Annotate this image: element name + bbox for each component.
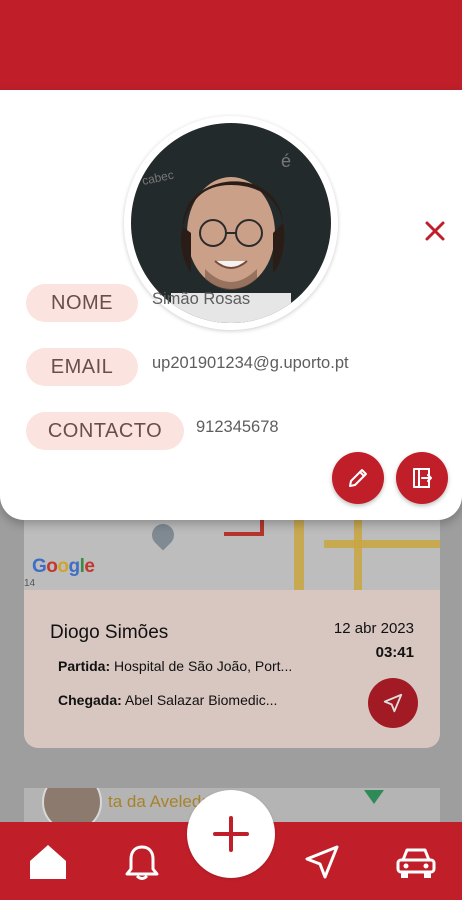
route-line xyxy=(224,520,264,536)
map-road xyxy=(294,520,304,590)
name-tag: NOME xyxy=(26,284,138,322)
contact-tag: CONTACTO xyxy=(26,412,184,450)
trip-time: 03:41 xyxy=(375,644,414,661)
bell-icon xyxy=(125,845,159,880)
map-road xyxy=(354,520,362,590)
close-icon xyxy=(425,221,445,241)
logout-icon xyxy=(413,468,432,488)
car-icon xyxy=(396,848,436,878)
trip-end: Chegada: Abel Salazar Biomedic... xyxy=(58,692,277,708)
edit-profile-button[interactable] xyxy=(332,452,384,504)
map-scale-label: 14 xyxy=(24,578,36,589)
pencil-icon xyxy=(349,469,367,487)
navigation-icon xyxy=(383,693,403,713)
trip-start-label: Partida: xyxy=(58,658,111,674)
close-button[interactable] xyxy=(420,216,450,246)
navigation-icon xyxy=(305,845,339,879)
navigate-button[interactable] xyxy=(368,678,418,728)
trip-end-value: Abel Salazar Biomedic... xyxy=(124,692,278,708)
svg-text:é: é xyxy=(281,151,291,171)
trip-card[interactable]: Diogo Simões 12 abr 2023 03:41 Partida: … xyxy=(24,590,440,748)
google-logo: Google xyxy=(32,556,95,577)
driver-name: Diogo Simões xyxy=(50,622,169,643)
nav-home[interactable] xyxy=(26,840,70,884)
map-pin-icon xyxy=(364,790,384,804)
trip-end-label: Chegada: xyxy=(58,692,122,708)
trip-start-value: Hospital de São João, Port... xyxy=(114,658,293,674)
nav-trips[interactable] xyxy=(300,840,344,884)
top-bar xyxy=(0,0,462,90)
contact-value: 912345678 xyxy=(196,418,279,436)
map-road xyxy=(324,540,440,548)
map-preview[interactable]: Google 14 xyxy=(24,520,440,590)
home-icon xyxy=(30,845,66,879)
nav-notifications[interactable] xyxy=(120,840,164,884)
name-value: Simão Rosas xyxy=(152,290,251,308)
email-tag: EMAIL xyxy=(26,348,138,386)
email-value: up201901234@g.uporto.pt xyxy=(152,354,349,372)
add-trip-button[interactable] xyxy=(187,790,275,878)
trip-date: 12 abr 2023 xyxy=(333,620,414,637)
profile-modal: cabec é NOME Simão Rosas EMAIL up2019012… xyxy=(0,90,462,520)
nav-vehicles[interactable] xyxy=(394,840,438,884)
logout-button[interactable] xyxy=(396,452,448,504)
plus-icon xyxy=(213,816,249,852)
trip-start: Partida: Hospital de São João, Port... xyxy=(58,658,292,674)
map-pin-icon xyxy=(147,520,179,551)
